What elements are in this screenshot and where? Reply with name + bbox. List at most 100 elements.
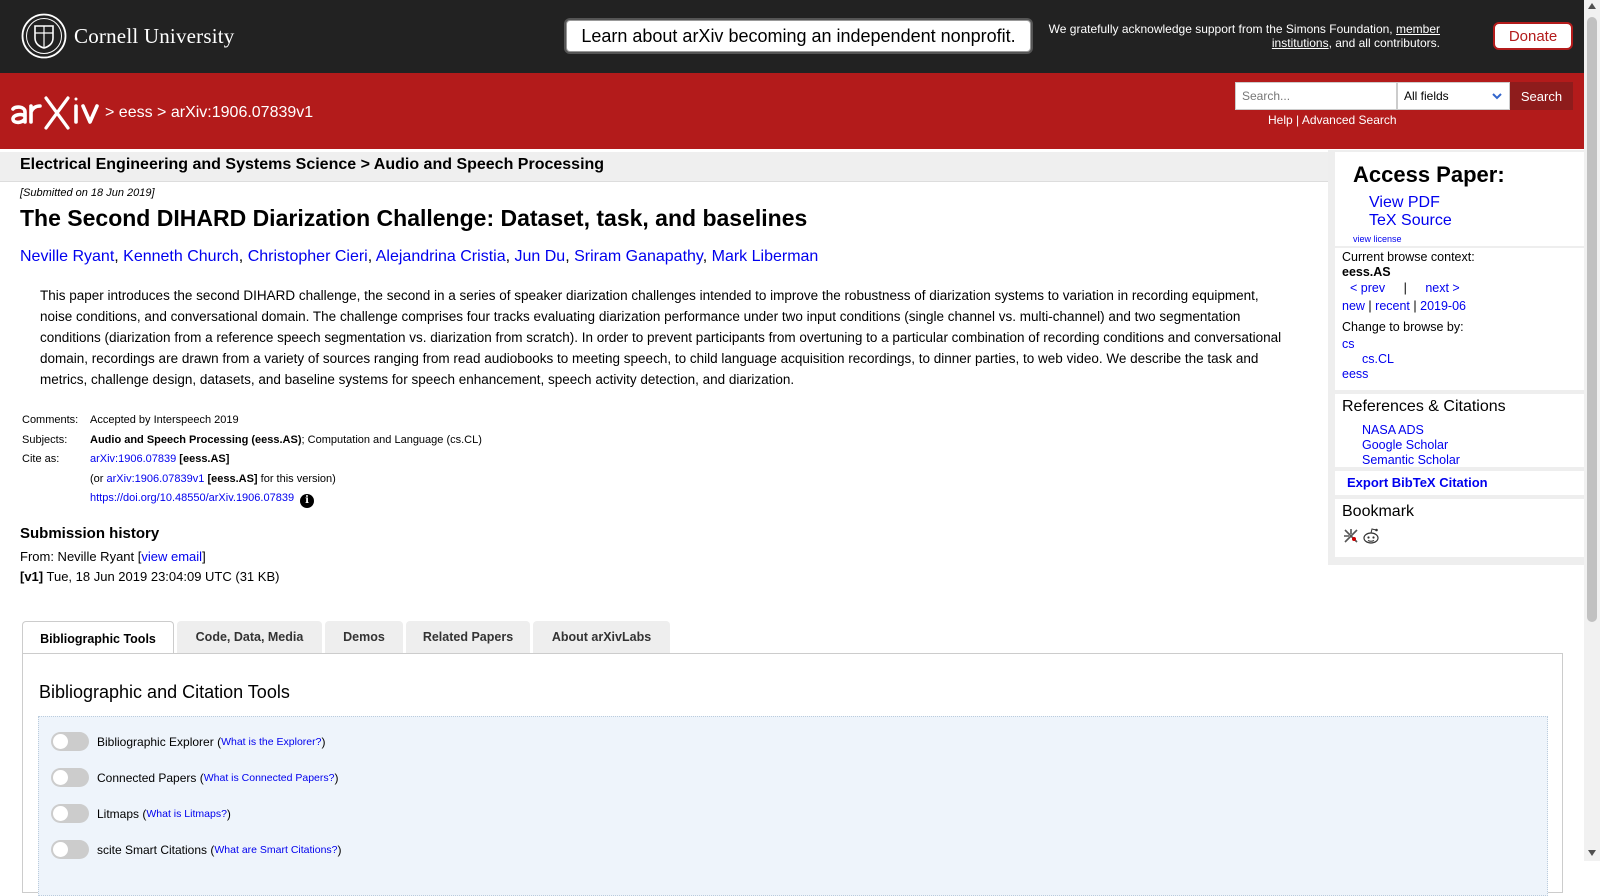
tool-help-link[interactable]: What is Connected Papers? [204, 772, 335, 784]
tab-about-arxivlabs[interactable]: About arXivLabs [533, 621, 670, 653]
submission-history-heading: Submission history [20, 525, 160, 542]
month-link[interactable]: 2019-06 [1420, 299, 1466, 313]
version-label: [v1] [20, 569, 44, 584]
browse-context-label: Current browse context: [1342, 250, 1475, 264]
scite-toggle[interactable] [51, 840, 89, 859]
tool-row: Connected Papers (What is Connected Pape… [51, 768, 339, 787]
cite-label: Cite as: [22, 453, 60, 465]
author-link[interactable]: Mark Liberman [712, 248, 819, 265]
bookmark-icons [1342, 527, 1380, 545]
scroll-down-icon[interactable] [1588, 850, 1596, 856]
google-scholar-link[interactable]: Google Scholar [1362, 438, 1448, 452]
browse-context-value: eess.AS [1342, 265, 1391, 279]
cornell-seal-icon [21, 13, 67, 59]
tab-bibliographic-tools[interactable]: Bibliographic Tools [22, 621, 174, 655]
recent-link[interactable]: recent [1375, 299, 1410, 313]
support-suffix: , and all contributors. [1328, 36, 1440, 50]
cornell-topbar: Cornell University Learn about arXiv bec… [0, 0, 1584, 73]
connected-papers-toggle[interactable] [51, 768, 89, 787]
reddit-icon[interactable] [1362, 527, 1380, 545]
tab-related-papers[interactable]: Related Papers [406, 621, 530, 653]
subjects-label: Subjects: [22, 433, 68, 446]
bibsonomy-icon[interactable] [1342, 527, 1360, 545]
tool-help-link[interactable]: What are Smart Citations? [214, 844, 337, 856]
nonprofit-banner-link[interactable]: Learn about arXiv becoming an independen… [566, 20, 1031, 52]
search-field-select[interactable]: All fields [1397, 82, 1510, 110]
arxiv-header: > eess > arXiv:1906.07839v1 Search... Al… [0, 73, 1584, 149]
author-link[interactable]: Kenneth Church [123, 248, 239, 265]
category-subheader: Electrical Engineering and Systems Scien… [0, 152, 1328, 182]
university-name: Cornell University [74, 23, 235, 48]
abstract: This paper introduces the second DIHARD … [40, 288, 1282, 387]
tab-panel: Bibliographic and Citation Tools Bibliog… [22, 653, 1563, 896]
tool-help-link[interactable]: What is Litmaps? [146, 808, 227, 820]
cite-row: Cite as: arXiv:1906.07839 [eess.AS] [20, 453, 482, 473]
tab-code-data-media[interactable]: Code, Data, Media [177, 621, 322, 653]
browse-context-box: Current browse context: eess.AS < prev |… [1335, 248, 1584, 390]
comments-value: Accepted by Interspeech 2019 [90, 414, 239, 426]
author-link[interactable]: Christopher Cieri [248, 248, 368, 265]
access-paper-box: Access Paper: View PDF TeX Source view l… [1335, 152, 1584, 246]
tab-demos[interactable]: Demos [325, 621, 403, 653]
prev-link[interactable]: < prev [1350, 281, 1385, 295]
version-value: (or arXiv:1906.07839v1 [eess.AS] for thi… [90, 472, 336, 485]
view-pdf-link[interactable]: View PDF [1369, 194, 1440, 212]
breadcrumb-eess[interactable]: eess [119, 104, 153, 121]
tool-name: Bibliographic Explorer [97, 734, 214, 749]
litmaps-toggle[interactable] [51, 804, 89, 823]
info-icon[interactable]: i [300, 494, 315, 508]
support-prefix: We gratefully acknowledge support from t… [1048, 22, 1393, 36]
comments-row: Comments: Accepted by Interspeech 2019 [20, 414, 482, 434]
semantic-scholar-link[interactable]: Semantic Scholar [1362, 453, 1460, 467]
bibliographic-explorer-toggle[interactable] [51, 732, 89, 751]
nasa-ads-link[interactable]: NASA ADS [1362, 423, 1424, 437]
submission-date: [Submitted on 18 Jun 2019] [20, 187, 155, 199]
arxiv-logo-icon[interactable] [9, 92, 101, 132]
donate-button[interactable]: Donate [1493, 22, 1573, 50]
tex-source-link[interactable]: TeX Source [1369, 212, 1452, 230]
subjects-value: Audio and Speech Processing (eess.AS); C… [90, 434, 482, 446]
view-email-link[interactable]: view email [141, 549, 202, 564]
scroll-thumb[interactable] [1587, 17, 1597, 622]
author-link[interactable]: Neville Ryant [20, 248, 114, 265]
scroll-up-icon[interactable] [1588, 3, 1596, 9]
search-input[interactable]: Search... [1235, 82, 1397, 110]
export-bibtex-link[interactable]: Export BibTeX Citation [1347, 475, 1488, 490]
author-link[interactable]: Jun Du [514, 248, 565, 265]
bookmark-box: Bookmark [1335, 499, 1584, 557]
bibtex-box: Export BibTeX Citation [1335, 471, 1584, 495]
submission-from: From: Neville Ryant [view email] [20, 549, 206, 564]
tool-name: scite Smart Citations [97, 842, 208, 857]
breadcrumb: > eess > arXiv:1906.07839v1 [105, 104, 313, 122]
next-link[interactable]: next > [1425, 281, 1459, 295]
author-link[interactable]: Sriram Ganapathy [574, 248, 703, 265]
search-button[interactable]: Search [1510, 82, 1573, 110]
advanced-search-link[interactable]: Advanced Search [1302, 113, 1397, 127]
references-heading: References & Citations [1342, 398, 1506, 415]
new-link[interactable]: new [1342, 299, 1365, 313]
cite-id-link[interactable]: arXiv:1906.07839 [90, 453, 176, 465]
link-separator: | [1296, 113, 1300, 127]
version-row: (or arXiv:1906.07839v1 [eess.AS] for thi… [20, 473, 482, 493]
comments-label: Comments: [22, 414, 79, 426]
doi-link[interactable]: https://doi.org/10.48550/arXiv.1906.0783… [90, 492, 294, 504]
browse-eess-link[interactable]: eess [1342, 367, 1368, 381]
labs-tabs: Bibliographic Tools Code, Data, Media De… [22, 621, 673, 655]
tool-help-link[interactable]: What is the Explorer? [221, 736, 321, 748]
browse-cscl-link[interactable]: cs.CL [1362, 352, 1394, 366]
cornell-logo[interactable]: Cornell University [21, 13, 235, 59]
help-link[interactable]: Help [1268, 113, 1293, 127]
primary-subject: Audio and Speech Processing (eess.AS) [90, 433, 302, 446]
chevron-down-icon [1492, 93, 1502, 100]
page-scrollbar[interactable] [1584, 0, 1600, 861]
author-link[interactable]: Alejandrina Cristia [376, 248, 506, 265]
bookmark-heading: Bookmark [1342, 503, 1415, 520]
metadata-table: Comments: Accepted by Interspeech 2019 S… [20, 414, 482, 512]
browse-cs-link[interactable]: cs [1342, 337, 1355, 351]
breadcrumb-separator: > [105, 104, 115, 121]
view-license-link[interactable]: view license [1353, 234, 1402, 244]
version-tag: [eess.AS] [207, 472, 258, 485]
version-id-link[interactable]: arXiv:1906.07839v1 [107, 473, 205, 485]
tool-row: Bibliographic Explorer (What is the Expl… [51, 732, 325, 751]
search-help-links: Help | Advanced Search [1268, 113, 1397, 127]
